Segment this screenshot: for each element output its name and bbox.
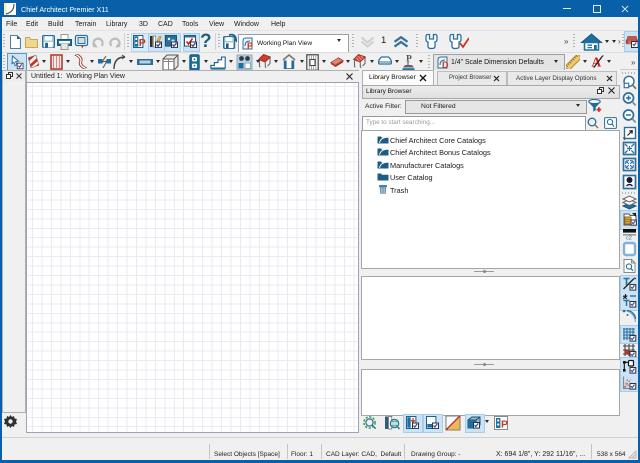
svg-text:P: P <box>406 55 412 65</box>
svg-text:D: D <box>442 60 449 69</box>
svg-text:P: P <box>247 41 253 50</box>
svg-text:P: P <box>138 37 145 48</box>
svg-text:P: P <box>501 419 508 431</box>
svg-text:A: A <box>591 54 601 69</box>
svg-text:c2: c2 <box>626 236 632 241</box>
